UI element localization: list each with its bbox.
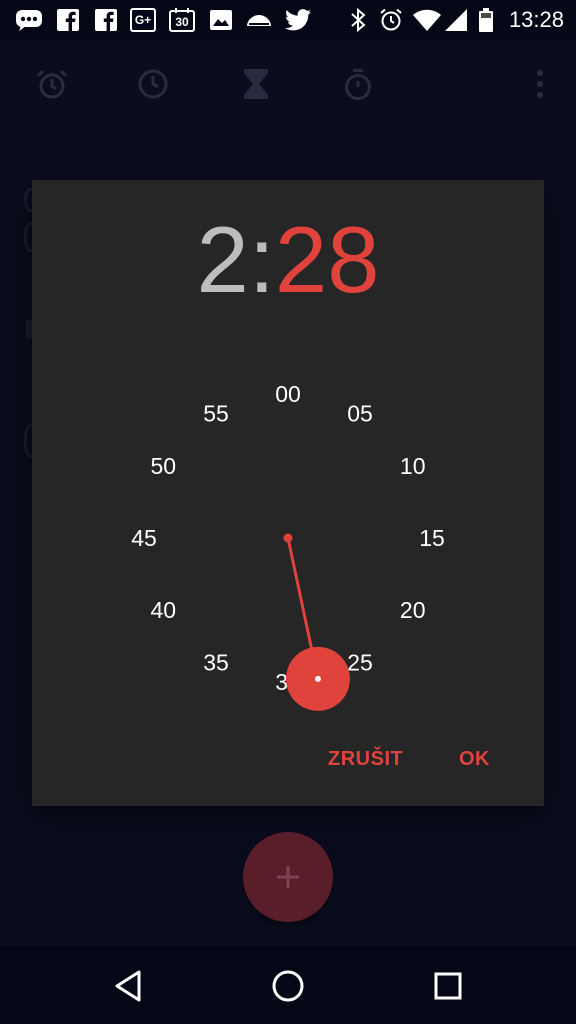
wifi-icon xyxy=(413,7,441,33)
cancel-button[interactable]: ZRUŠIT xyxy=(328,748,403,771)
dial-label-50[interactable]: 50 xyxy=(150,453,176,479)
dial-center-dot xyxy=(283,533,293,543)
dial-label-20[interactable]: 20 xyxy=(400,597,426,623)
dial-label-00[interactable]: 00 xyxy=(275,381,301,407)
dialog-actions: ZRUŠIT OK xyxy=(32,740,544,786)
minute-dial[interactable]: 000510152025303540455055 xyxy=(32,180,544,740)
dial-label-40[interactable]: 40 xyxy=(150,597,176,623)
back-icon[interactable] xyxy=(108,966,148,1006)
image-icon xyxy=(209,7,233,33)
dial-label-15[interactable]: 15 xyxy=(419,525,445,551)
facebook-icon xyxy=(56,7,80,33)
navigation-bar xyxy=(0,946,576,1024)
dial-label-55[interactable]: 55 xyxy=(203,400,229,426)
ok-button[interactable]: OK xyxy=(459,748,490,771)
message-icon xyxy=(14,7,44,33)
recents-icon[interactable] xyxy=(428,966,468,1006)
status-bar: G+ 30 13:28 xyxy=(0,0,576,40)
cloud-icon xyxy=(245,7,273,33)
dial-selector-dot xyxy=(314,675,321,682)
battery-icon xyxy=(478,7,494,33)
add-alarm-button[interactable] xyxy=(243,832,333,922)
time-picker-dialog: 2:28 000510152025303540455055 ZRUŠIT OK xyxy=(32,180,544,806)
dial-label-25[interactable]: 25 xyxy=(347,650,373,676)
dial-label-45[interactable]: 45 xyxy=(131,525,157,551)
signal-icon xyxy=(444,7,468,33)
calendar-day: 30 xyxy=(175,15,189,29)
google-plus-label: G+ xyxy=(134,13,152,27)
bluetooth-icon xyxy=(347,7,369,33)
facebook-icon xyxy=(94,7,118,33)
alarm-icon xyxy=(378,7,404,33)
google-plus-icon: G+ xyxy=(130,7,156,33)
plus-icon xyxy=(277,866,299,888)
calendar-icon: 30 xyxy=(169,7,195,33)
dial-label-05[interactable]: 05 xyxy=(347,400,373,426)
home-icon[interactable] xyxy=(268,966,308,1006)
status-time: 13:28 xyxy=(508,7,564,32)
dial-label-10[interactable]: 10 xyxy=(400,453,426,479)
dial-label-35[interactable]: 35 xyxy=(203,650,229,676)
twitter-icon xyxy=(284,7,312,33)
